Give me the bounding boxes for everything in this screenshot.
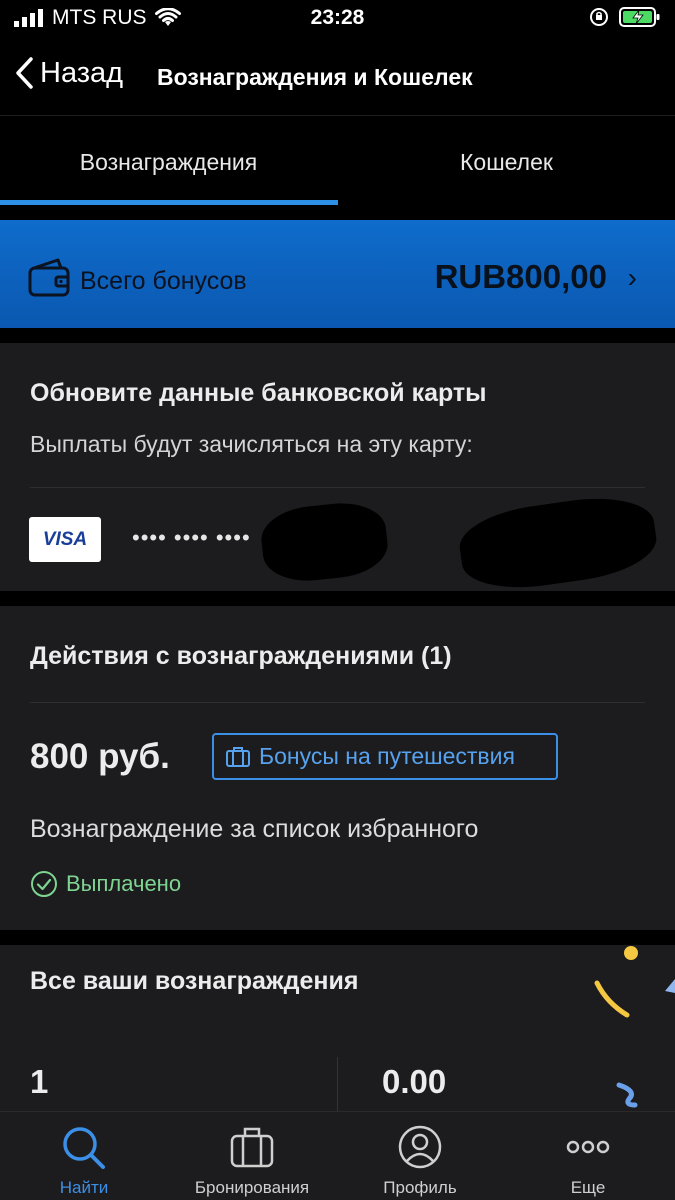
- masked-card-number: •••• •••• ••••: [132, 525, 251, 550]
- travel-bonus-tag-label: Бонусы на путешествия: [259, 743, 515, 769]
- back-label: Назад: [40, 56, 124, 89]
- tab-wallet[interactable]: Кошелек: [338, 116, 675, 208]
- redaction-scribble: [455, 489, 661, 597]
- confetti-decoration: [594, 946, 675, 1108]
- redaction-scribble: [258, 498, 391, 586]
- divider: [30, 487, 645, 488]
- travel-bonus-tag[interactable]: Бонусы на путешествия: [212, 733, 558, 780]
- bank-card-section: Обновите данные банковской карты Выплаты…: [0, 343, 675, 597]
- tab-find[interactable]: Найти: [0, 1112, 168, 1200]
- wallet-icon: [28, 258, 70, 297]
- bank-card-row[interactable]: VISA •••• •••• ••••: [0, 489, 675, 597]
- tab-selected-indicator: [0, 200, 338, 205]
- reward-description: Вознаграждение за список избранного: [30, 815, 479, 843]
- total-bonus-label: Всего бонусов: [80, 267, 247, 295]
- more-icon: [566, 1140, 610, 1154]
- bank-card-heading: Обновите данные банковской карты: [30, 379, 487, 407]
- visa-logo: VISA: [29, 517, 101, 562]
- tab-more[interactable]: Еще: [504, 1112, 672, 1200]
- suitcase-icon: [230, 1127, 274, 1168]
- paid-status-label: Выплачено: [66, 871, 182, 896]
- stat-divider: [337, 1057, 338, 1115]
- battery-charging-icon: [619, 7, 660, 27]
- check-circle-icon: [31, 871, 57, 897]
- bank-card-subtext: Выплаты будут зачисляться на эту карту:: [30, 431, 473, 457]
- search-icon: [63, 1127, 105, 1169]
- tab-bookings[interactable]: Бронирования: [168, 1112, 336, 1200]
- tab-profile[interactable]: Профиль: [336, 1112, 504, 1200]
- status-bar: MTS RUS 23:28: [0, 0, 675, 40]
- chevron-left-icon: [16, 57, 33, 89]
- tab-rewards[interactable]: Вознаграждения: [0, 116, 337, 208]
- status-right: [589, 6, 661, 28]
- tab-bookings-label: Бронирования: [194, 1178, 310, 1197]
- bottom-tab-bar: Найти Бронирования Профиль Еще: [0, 1111, 675, 1200]
- tabs: Вознаграждения Кошелек: [0, 116, 675, 208]
- tab-find-label: Найти: [59, 1178, 109, 1197]
- tab-profile-label: Профиль: [383, 1178, 457, 1197]
- page-title: Вознаграждения и Кошелек: [157, 64, 473, 90]
- orientation-lock-icon: [590, 8, 608, 26]
- rewards-total: 0.00: [382, 1063, 447, 1100]
- all-rewards-heading: Все ваши вознаграждения: [30, 967, 359, 995]
- chevron-right-icon: ›: [627, 262, 637, 293]
- rewards-count: 1: [30, 1063, 49, 1100]
- all-rewards-section: Все ваши вознаграждения 1 0.00: [0, 945, 675, 1115]
- total-bonus-banner[interactable]: Всего бонусов RUB800,00 ›: [0, 220, 675, 328]
- suitcase-icon: [226, 746, 250, 767]
- reward-actions-heading: Действия с вознаграждениями (1): [30, 642, 452, 670]
- back-button[interactable]: Назад: [14, 56, 123, 90]
- divider: [30, 702, 645, 703]
- paid-status: Выплачено: [30, 870, 181, 898]
- tab-more-label: Еще: [570, 1178, 606, 1197]
- profile-icon: [398, 1125, 442, 1169]
- reward-actions-section: Действия с вознаграждениями (1) 800 руб.…: [0, 606, 675, 930]
- navigation-bar: Назад Вознаграждения и Кошелек: [0, 40, 675, 116]
- status-time: 23:28: [310, 6, 365, 29]
- total-bonus-amount: RUB800,00: [434, 258, 607, 295]
- reward-amount: 800 руб.: [30, 737, 170, 776]
